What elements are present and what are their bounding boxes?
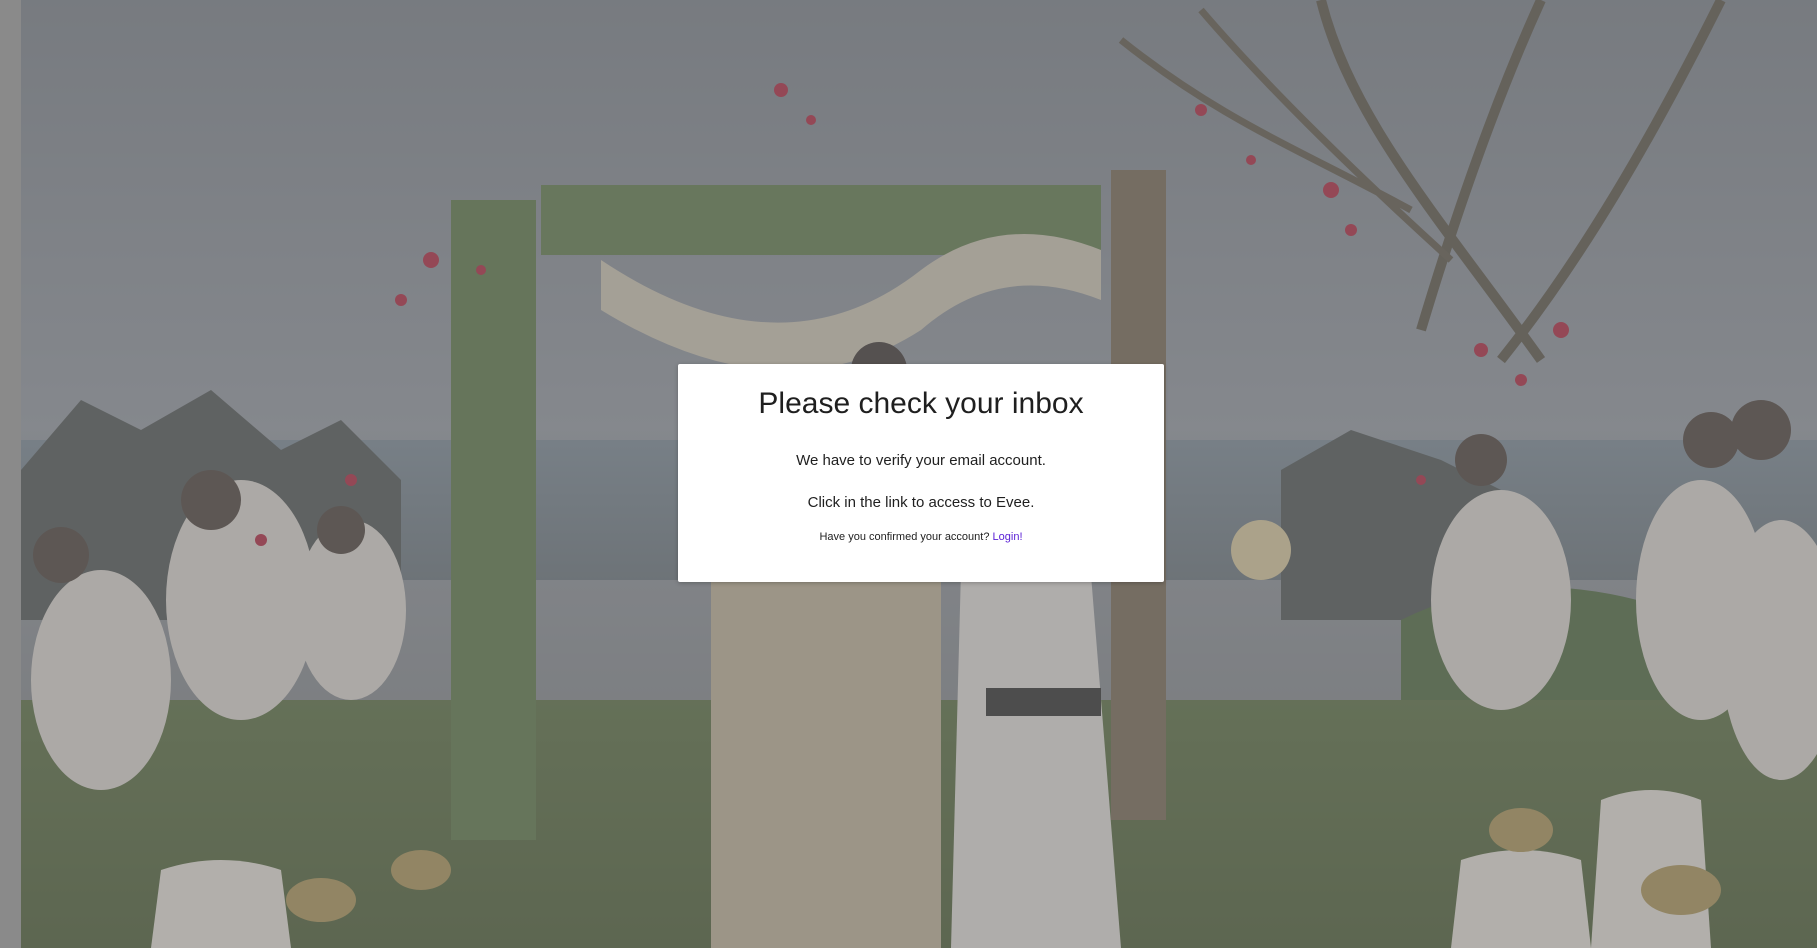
verify-message: We have to verify your email account. (796, 452, 1046, 469)
left-gray-strip (0, 0, 21, 948)
login-prompt: Have you confirmed your account? Login! (678, 530, 1164, 544)
click-link-message: Click in the link to access to Evee. (807, 494, 1035, 511)
confirm-prompt-text: Have you confirmed your account? (819, 531, 990, 543)
page: Please check your inbox We have to verif… (0, 0, 1817, 948)
login-link[interactable]: Login! (993, 531, 1023, 543)
verify-email-modal: Please check your inbox We have to verif… (678, 364, 1164, 582)
modal-title: Please check your inbox (758, 387, 1084, 420)
